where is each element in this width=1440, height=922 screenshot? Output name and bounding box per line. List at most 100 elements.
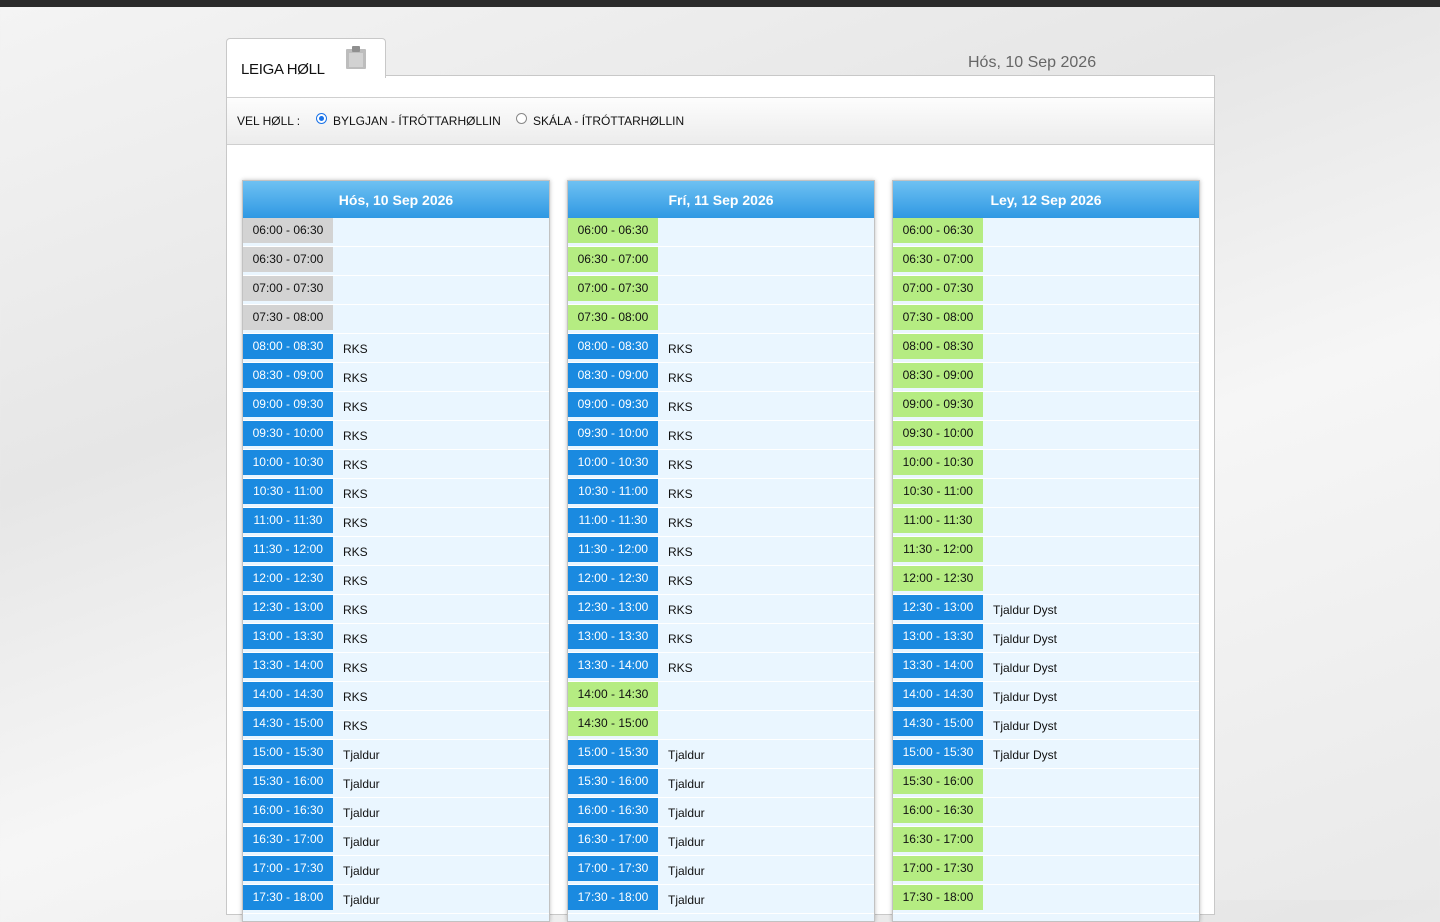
time-slot-row[interactable]: 13:30 - 14:00 Tjaldur Dyst <box>893 653 1199 682</box>
time-slot-time[interactable]: 15:00 - 15:30 <box>568 740 658 765</box>
time-slot-row[interactable]: 07:30 - 08:00 <box>568 305 874 334</box>
time-slot-row[interactable]: 12:00 - 12:30 RKS <box>243 566 549 595</box>
time-slot-row[interactable]: 11:00 - 11:30 RKS <box>568 508 874 537</box>
time-slot-time[interactable]: 15:00 - 15:30 <box>243 740 333 765</box>
time-slot-row[interactable]: 16:30 - 17:00 <box>893 827 1199 856</box>
time-slot-time[interactable]: 08:30 - 09:00 <box>893 363 983 388</box>
time-slot-time[interactable]: 16:00 - 16:30 <box>243 798 333 823</box>
time-slot-time[interactable]: 16:00 - 16:30 <box>568 798 658 823</box>
time-slot-time[interactable]: 14:00 - 14:30 <box>568 682 658 707</box>
radio-bylgjan[interactable] <box>316 113 327 124</box>
time-slot-time[interactable]: 09:30 - 10:00 <box>243 421 333 446</box>
time-slot-time[interactable]: 15:30 - 16:00 <box>893 769 983 794</box>
time-slot-time[interactable]: 13:00 - 13:30 <box>243 624 333 649</box>
time-slot-time[interactable]: 17:00 - 17:30 <box>568 856 658 881</box>
time-slot-row[interactable]: 10:30 - 11:00 RKS <box>243 479 549 508</box>
time-slot-row[interactable]: 15:30 - 16:00 <box>893 769 1199 798</box>
time-slot-time[interactable]: 14:30 - 15:00 <box>893 711 983 736</box>
time-slot-row[interactable]: 09:00 - 09:30 <box>893 392 1199 421</box>
time-slot-time[interactable]: 12:30 - 13:00 <box>893 595 983 620</box>
time-slot-time[interactable]: 14:30 - 15:00 <box>568 711 658 736</box>
time-slot-row[interactable]: 06:00 - 06:30 <box>243 218 549 247</box>
time-slot-time[interactable]: 16:00 - 16:30 <box>893 798 983 823</box>
time-slot-row[interactable]: 10:00 - 10:30 RKS <box>568 450 874 479</box>
time-slot-time[interactable]: 07:00 - 07:30 <box>893 276 983 301</box>
time-slot-row[interactable]: 06:30 - 07:00 <box>568 247 874 276</box>
time-slot-row[interactable]: 08:30 - 09:00 RKS <box>568 363 874 392</box>
time-slot-time[interactable]: 07:30 - 08:00 <box>893 305 983 330</box>
time-slot-time[interactable]: 11:00 - 11:30 <box>243 508 333 533</box>
time-slot-time[interactable]: 13:30 - 14:00 <box>568 653 658 678</box>
time-slot-time[interactable]: 08:30 - 09:00 <box>243 363 333 388</box>
time-slot-row[interactable]: 13:30 - 14:00 RKS <box>568 653 874 682</box>
time-slot-time[interactable]: 16:30 - 17:00 <box>243 827 333 852</box>
time-slot-row[interactable]: 07:30 - 08:00 <box>243 305 549 334</box>
time-slot-row[interactable]: 07:30 - 08:00 <box>893 305 1199 334</box>
time-slot-time[interactable]: 14:00 - 14:30 <box>893 682 983 707</box>
time-slot-time[interactable]: 13:30 - 14:00 <box>893 653 983 678</box>
time-slot-row[interactable]: 15:00 - 15:30 Tjaldur <box>568 740 874 769</box>
time-slot-time[interactable]: 11:00 - 11:30 <box>893 508 983 533</box>
time-slot-row[interactable]: 16:00 - 16:30 Tjaldur <box>568 798 874 827</box>
time-slot-row[interactable]: 08:00 - 08:30 RKS <box>243 334 549 363</box>
time-slot-row[interactable]: 06:30 - 07:00 <box>893 247 1199 276</box>
time-slot-row[interactable]: 17:00 - 17:30 <box>893 856 1199 885</box>
time-slot-row[interactable]: 10:00 - 10:30 <box>893 450 1199 479</box>
time-slot-row[interactable]: 15:30 - 16:00 Tjaldur <box>568 769 874 798</box>
time-slot-time[interactable]: 09:30 - 10:00 <box>893 421 983 446</box>
radio-label-bylgjan[interactable]: BYLGJAN - ÍTRÓTTARHØLLIN <box>333 114 501 128</box>
time-slot-row[interactable]: 15:00 - 15:30 Tjaldur Dyst <box>893 740 1199 769</box>
time-slot-time[interactable]: 10:30 - 11:00 <box>568 479 658 504</box>
time-slot-row[interactable]: 10:30 - 11:00 <box>893 479 1199 508</box>
time-slot-time[interactable]: 11:30 - 12:00 <box>893 537 983 562</box>
time-slot-row[interactable]: 13:30 - 14:00 RKS <box>243 653 549 682</box>
time-slot-row[interactable]: 12:30 - 13:00 RKS <box>568 595 874 624</box>
time-slot-row[interactable]: 10:00 - 10:30 RKS <box>243 450 549 479</box>
radio-skala[interactable] <box>516 113 527 124</box>
time-slot-time[interactable]: 07:00 - 07:30 <box>568 276 658 301</box>
time-slot-row[interactable]: 14:30 - 15:00 RKS <box>243 711 549 740</box>
time-slot-row[interactable]: 11:30 - 12:00 RKS <box>243 537 549 566</box>
time-slot-row[interactable]: 06:00 - 06:30 <box>568 218 874 247</box>
time-slot-row[interactable]: 07:00 - 07:30 <box>893 276 1199 305</box>
time-slot-time[interactable]: 08:00 - 08:30 <box>568 334 658 359</box>
time-slot-time[interactable]: 10:00 - 10:30 <box>893 450 983 475</box>
time-slot-time[interactable]: 15:00 - 15:30 <box>893 740 983 765</box>
time-slot-row[interactable]: 16:00 - 16:30 <box>893 798 1199 827</box>
time-slot-row[interactable]: 09:00 - 09:30 RKS <box>243 392 549 421</box>
time-slot-row[interactable]: 13:00 - 13:30 Tjaldur Dyst <box>893 624 1199 653</box>
time-slot-time[interactable]: 13:00 - 13:30 <box>568 624 658 649</box>
time-slot-row[interactable]: 08:00 - 08:30 RKS <box>568 334 874 363</box>
time-slot-time[interactable]: 12:00 - 12:30 <box>243 566 333 591</box>
time-slot-time[interactable]: 12:30 - 13:00 <box>243 595 333 620</box>
time-slot-row[interactable]: 16:30 - 17:00 Tjaldur <box>568 827 874 856</box>
time-slot-time[interactable]: 14:00 - 14:30 <box>243 682 333 707</box>
time-slot-time[interactable]: 09:00 - 09:30 <box>893 392 983 417</box>
time-slot-time[interactable]: 06:00 - 06:30 <box>568 218 658 243</box>
radio-label-skala[interactable]: SKÁLA - ÍTRÓTTARHØLLIN <box>533 114 684 128</box>
time-slot-time[interactable]: 08:30 - 09:00 <box>568 363 658 388</box>
time-slot-time[interactable]: 11:00 - 11:30 <box>568 508 658 533</box>
tab-leiga-holl[interactable]: LEIGA HØLL <box>226 38 386 78</box>
time-slot-row[interactable]: 09:30 - 10:00 <box>893 421 1199 450</box>
time-slot-time[interactable]: 08:00 - 08:30 <box>893 334 983 359</box>
time-slot-row[interactable]: 11:00 - 11:30 RKS <box>243 508 549 537</box>
time-slot-row[interactable]: 15:30 - 16:00 Tjaldur <box>243 769 549 798</box>
time-slot-time[interactable]: 12:00 - 12:30 <box>568 566 658 591</box>
time-slot-row[interactable]: 12:00 - 12:30 <box>893 566 1199 595</box>
time-slot-time[interactable]: 10:30 - 11:00 <box>893 479 983 504</box>
time-slot-time[interactable]: 14:30 - 15:00 <box>243 711 333 736</box>
time-slot-time[interactable]: 12:30 - 13:00 <box>568 595 658 620</box>
time-slot-time[interactable]: 06:00 - 06:30 <box>893 218 983 243</box>
time-slot-time[interactable]: 15:30 - 16:00 <box>568 769 658 794</box>
time-slot-time[interactable]: 17:30 - 18:00 <box>243 885 333 910</box>
time-slot-row[interactable]: 14:00 - 14:30 RKS <box>243 682 549 711</box>
time-slot-time[interactable]: 10:30 - 11:00 <box>243 479 333 504</box>
time-slot-row[interactable]: 11:00 - 11:30 <box>893 508 1199 537</box>
time-slot-time[interactable]: 07:30 - 08:00 <box>243 305 333 330</box>
time-slot-row[interactable]: 08:30 - 09:00 <box>893 363 1199 392</box>
time-slot-row[interactable]: 09:30 - 10:00 RKS <box>568 421 874 450</box>
time-slot-time[interactable]: 17:00 - 17:30 <box>893 856 983 881</box>
time-slot-time[interactable]: 06:00 - 06:30 <box>243 218 333 243</box>
time-slot-row[interactable]: 15:00 - 15:30 Tjaldur <box>243 740 549 769</box>
